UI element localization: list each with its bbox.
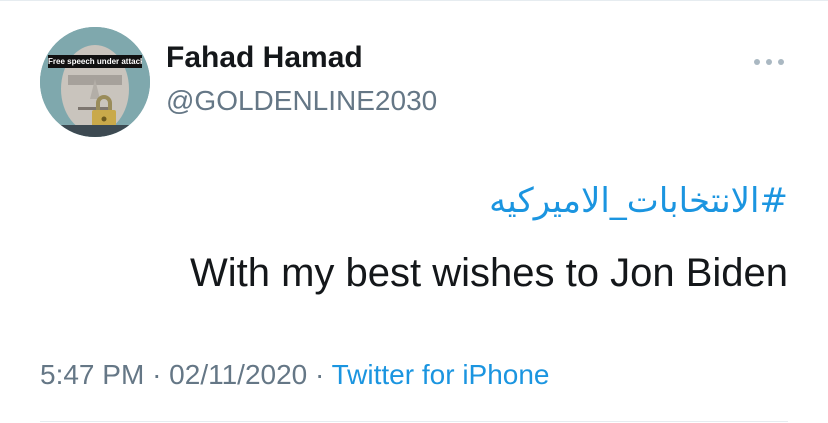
divider bbox=[40, 421, 788, 422]
avatar-caption: Free speech under attack bbox=[48, 55, 142, 68]
tweet-text: With my best wishes to Jon Biden bbox=[189, 251, 788, 295]
hashtag-link[interactable]: #الانتخابات_الاميركيه bbox=[489, 181, 788, 221]
tweet-source-link[interactable]: Twitter for iPhone bbox=[332, 359, 550, 390]
tweet-card: Free speech under attack Fahad Hamad @GO… bbox=[0, 0, 828, 423]
avatar[interactable]: Free speech under attack bbox=[40, 27, 150, 137]
meta-separator: · bbox=[152, 359, 162, 390]
tweet-time[interactable]: 5:47 PM bbox=[40, 359, 144, 390]
display-name[interactable]: Fahad Hamad bbox=[166, 41, 363, 75]
meta-separator: · bbox=[315, 359, 325, 390]
avatar-image bbox=[40, 27, 150, 137]
tweet-date[interactable]: 02/11/2020 bbox=[169, 359, 307, 390]
more-dot bbox=[778, 59, 784, 65]
tweet-meta: 5:47 PM · 02/11/2020 · Twitter for iPhon… bbox=[40, 359, 550, 391]
more-dot bbox=[754, 59, 760, 65]
more-dot bbox=[766, 59, 772, 65]
user-handle[interactable]: @GOLDENLINE2030 bbox=[166, 85, 437, 117]
more-horizontal-icon[interactable] bbox=[750, 51, 788, 75]
